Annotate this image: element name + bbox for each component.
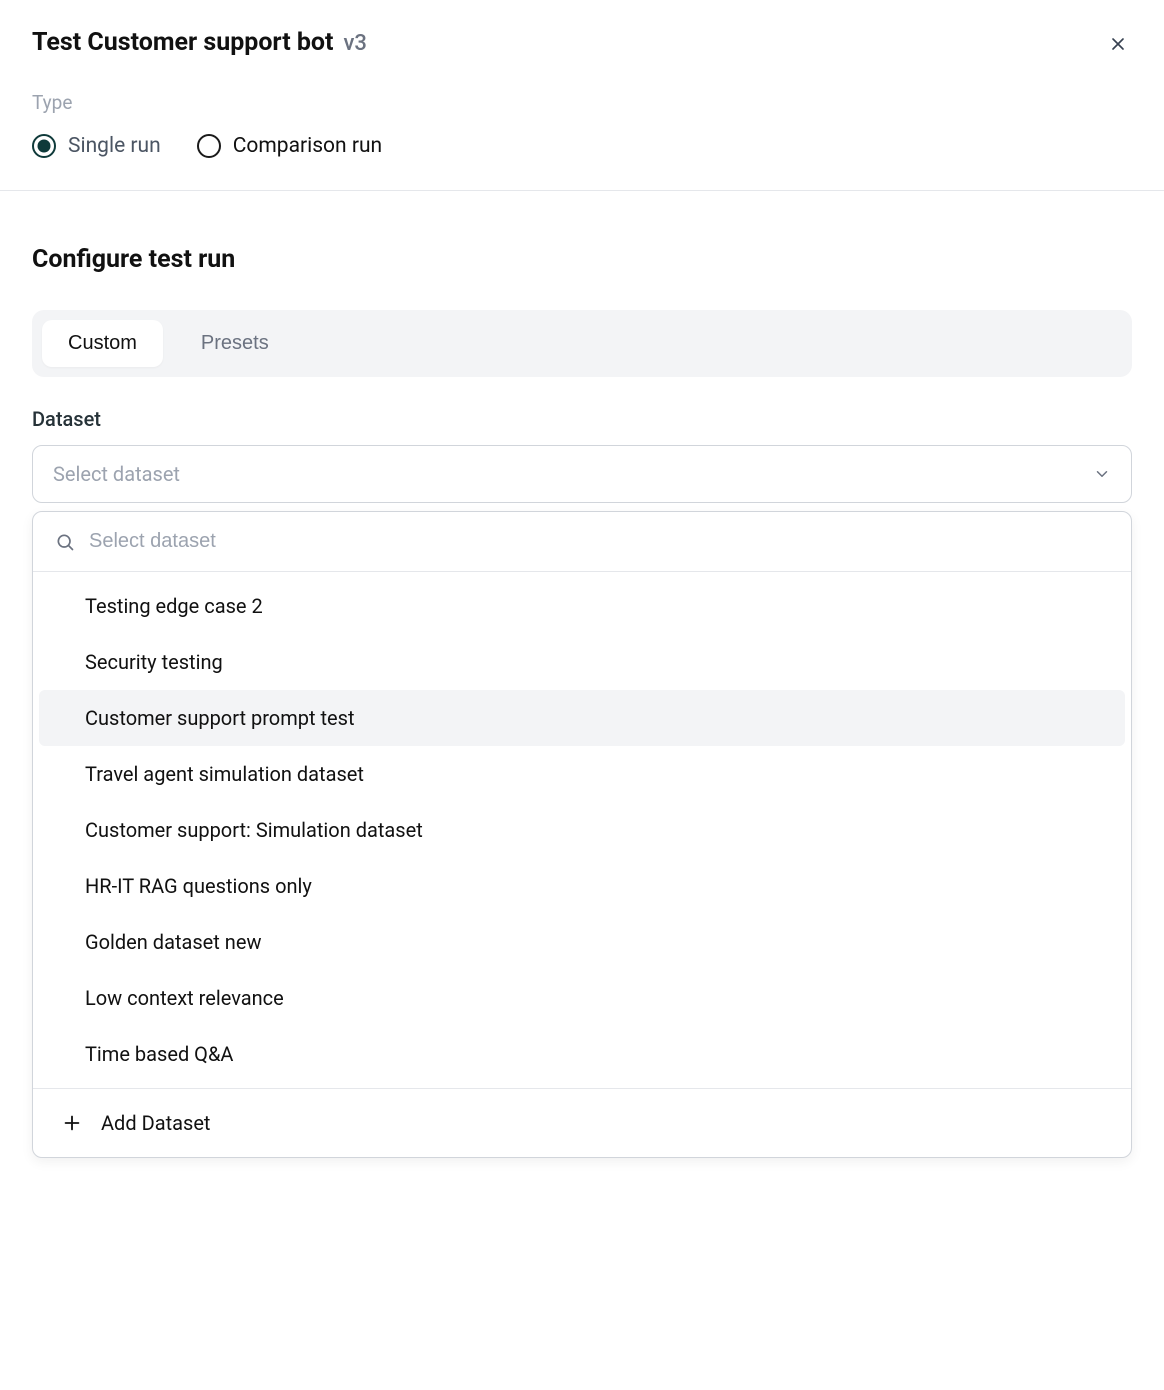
radio-single-run[interactable]: Single run	[32, 134, 161, 158]
dataset-option[interactable]: Testing edge case 2	[39, 578, 1125, 634]
radio-single-label: Single run	[68, 134, 161, 158]
plus-icon	[61, 1112, 83, 1134]
add-dataset-button[interactable]: Add Dataset	[33, 1088, 1131, 1157]
radio-selected-icon	[32, 134, 56, 158]
dataset-search-row	[33, 512, 1131, 572]
page-title: Test Customer support bot v3	[32, 28, 367, 57]
select-placeholder-text: Select dataset	[53, 462, 180, 486]
dataset-dropdown-panel: Testing edge case 2Security testingCusto…	[32, 511, 1132, 1158]
close-icon	[1108, 34, 1128, 54]
dataset-select-trigger[interactable]: Select dataset	[32, 445, 1132, 503]
dataset-option[interactable]: Golden dataset new	[39, 914, 1125, 970]
radio-comparison-label: Comparison run	[233, 134, 382, 158]
tab-presets[interactable]: Presets	[175, 320, 295, 367]
dataset-option[interactable]: Low context relevance	[39, 970, 1125, 1026]
radio-unselected-icon	[197, 134, 221, 158]
dataset-label: Dataset	[32, 407, 1132, 431]
dataset-options-list: Testing edge case 2Security testingCusto…	[33, 572, 1131, 1088]
type-label: Type	[32, 91, 1132, 114]
tabs-container: Custom Presets	[32, 310, 1132, 377]
dataset-search-input[interactable]	[89, 530, 1109, 553]
dataset-option[interactable]: Security testing	[39, 634, 1125, 690]
close-button[interactable]	[1104, 30, 1132, 61]
search-icon	[55, 532, 75, 552]
dataset-option[interactable]: Customer support: Simulation dataset	[39, 802, 1125, 858]
dataset-option[interactable]: HR-IT RAG questions only	[39, 858, 1125, 914]
add-dataset-label: Add Dataset	[101, 1111, 210, 1135]
run-type-radio-group: Single run Comparison run	[32, 134, 1132, 158]
tab-custom[interactable]: Custom	[42, 320, 163, 367]
radio-comparison-run[interactable]: Comparison run	[197, 134, 382, 158]
dataset-option[interactable]: Travel agent simulation dataset	[39, 746, 1125, 802]
dataset-option[interactable]: Customer support prompt test	[39, 690, 1125, 746]
configure-title: Configure test run	[32, 245, 1132, 274]
version-badge: v3	[343, 31, 366, 56]
chevron-down-icon	[1093, 465, 1111, 483]
dataset-option[interactable]: Time based Q&A	[39, 1026, 1125, 1082]
title-text: Test Customer support bot	[32, 28, 334, 57]
